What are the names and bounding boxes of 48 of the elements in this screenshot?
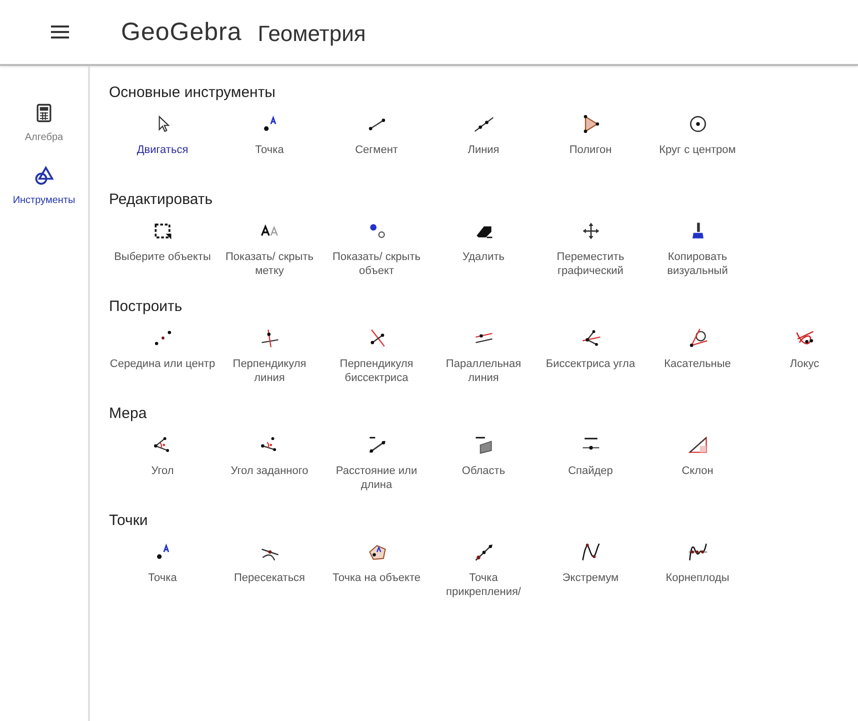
slope-triangle-icon [686,434,708,456]
tool-button[interactable]: Перпендикуля линия [216,323,323,399]
tool-button[interactable]: Показать/ скрыть метку [216,216,323,292]
wave-curve-icon [580,541,602,563]
tool-button[interactable]: Спайдер [537,430,644,506]
tool-button[interactable]: Точка прикрепления/ [430,537,537,613]
tool-button[interactable]: Линия [430,109,537,185]
app-title: Геометрия [258,21,366,47]
shapes-icon [32,165,55,187]
section-heading: Редактировать [109,191,214,208]
tool-button[interactable]: Склон [644,430,751,506]
tool-button[interactable]: Удалить [430,216,537,292]
tool-button[interactable]: Точка на объекте [323,537,430,613]
tool-button[interactable]: Параллельная линия [430,323,537,399]
perpendicular-lines-icon [258,327,280,349]
section-heading: Мера [109,405,148,422]
section-heading: Точки [109,512,149,529]
tool-button[interactable]: Экстремум [537,537,644,613]
tool-button[interactable]: Касательные [644,323,751,399]
tool-button[interactable]: Перпендикуля биссектриса [323,323,430,399]
tool-button[interactable]: Полигон [537,109,644,185]
menu-icon[interactable] [51,25,69,39]
points-on-line-icon [472,541,494,563]
tool-button[interactable]: Биссектриса угла [537,323,644,399]
tool-button[interactable]: Расстояние или длина [323,430,430,506]
wave-roots-icon [686,541,708,563]
section-heading: Основные инструменты [109,84,276,101]
angle-bisector-icon [580,327,602,349]
tool-button[interactable]: Переместить графический [537,216,644,292]
tool-button[interactable]: Область [430,430,537,506]
tool-button[interactable]: Точка [109,537,216,613]
tool-button[interactable]: Точка [216,109,323,185]
tool-button[interactable]: Угол [109,430,216,506]
section-heading: Построить [109,298,184,315]
tool-button[interactable]: Локус [751,323,858,399]
tool-button[interactable]: Копировать визуальный [644,216,751,292]
tool-button[interactable]: Круг с центром [644,109,751,185]
tool-button[interactable]: Угол заданного [216,430,323,506]
tool-button[interactable]: Сегмент [323,109,430,185]
tool-button[interactable]: Середина или центр [109,323,216,399]
tool-button[interactable]: Двигаться [109,109,216,185]
sidebar-item[interactable]: Инструменты [12,165,76,206]
tool-button[interactable]: Пересекаться [216,537,323,613]
app-logo: GeoGebra [121,18,242,46]
tool-button[interactable]: Корнеплоды [644,537,751,613]
tool-button[interactable]: Показать/ скрыть объект [323,216,430,292]
tool-button[interactable]: Выберите объекты [109,216,216,292]
sidebar-item[interactable]: Алгебра [24,102,64,143]
